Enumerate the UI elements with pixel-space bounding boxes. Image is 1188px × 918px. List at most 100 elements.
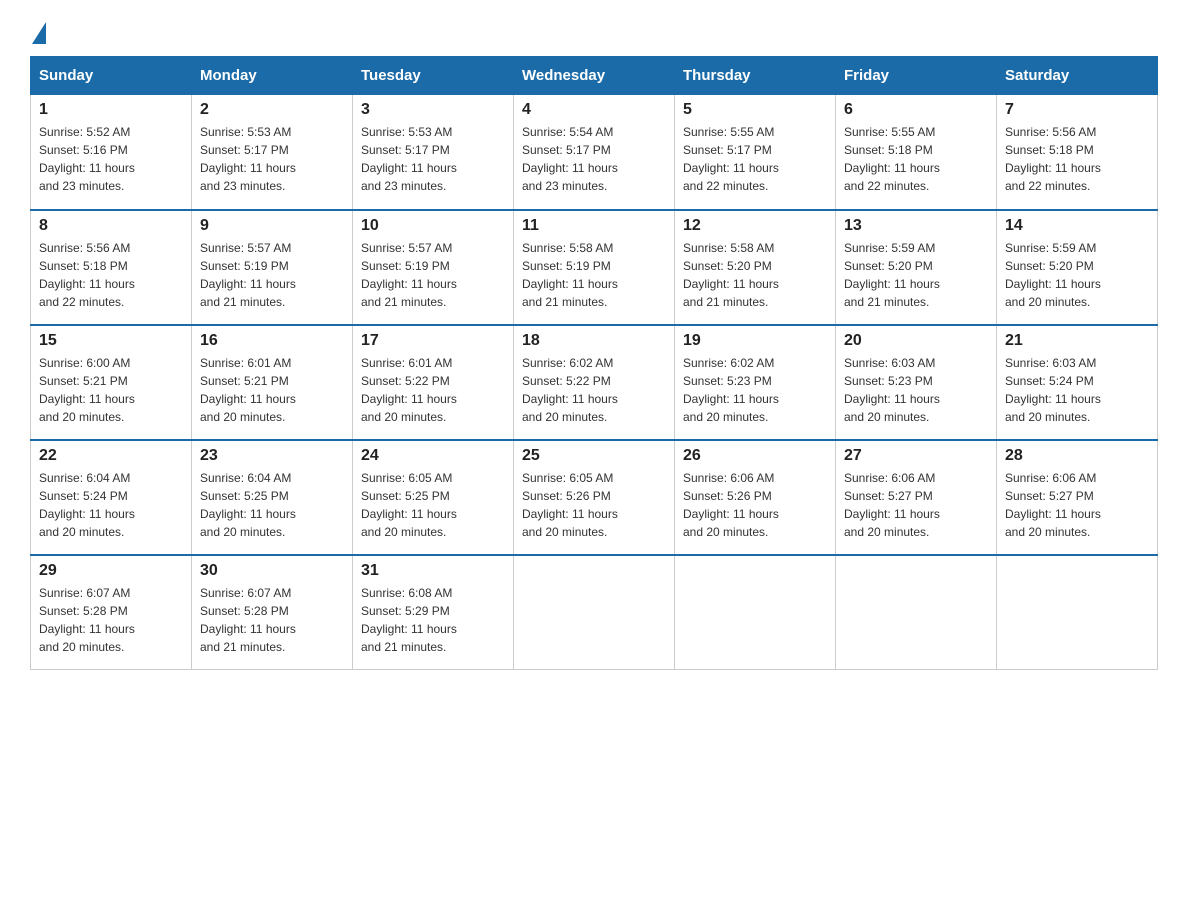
calendar-cell: 12 Sunrise: 5:58 AM Sunset: 5:20 PM Dayl… <box>675 210 836 325</box>
calendar-cell: 31 Sunrise: 6:08 AM Sunset: 5:29 PM Dayl… <box>353 555 514 670</box>
day-number: 29 <box>39 562 183 580</box>
day-info: Sunrise: 6:02 AM Sunset: 5:22 PM Dayligh… <box>522 354 666 426</box>
calendar-cell: 30 Sunrise: 6:07 AM Sunset: 5:28 PM Dayl… <box>192 555 353 670</box>
day-info: Sunrise: 5:53 AM Sunset: 5:17 PM Dayligh… <box>200 123 344 195</box>
calendar-cell: 15 Sunrise: 6:00 AM Sunset: 5:21 PM Dayl… <box>31 325 192 440</box>
calendar-cell: 27 Sunrise: 6:06 AM Sunset: 5:27 PM Dayl… <box>836 440 997 555</box>
day-info: Sunrise: 5:58 AM Sunset: 5:19 PM Dayligh… <box>522 239 666 311</box>
day-info: Sunrise: 5:53 AM Sunset: 5:17 PM Dayligh… <box>361 123 505 195</box>
day-info: Sunrise: 6:01 AM Sunset: 5:21 PM Dayligh… <box>200 354 344 426</box>
day-info: Sunrise: 5:55 AM Sunset: 5:18 PM Dayligh… <box>844 123 988 195</box>
day-info: Sunrise: 6:01 AM Sunset: 5:22 PM Dayligh… <box>361 354 505 426</box>
day-info: Sunrise: 6:08 AM Sunset: 5:29 PM Dayligh… <box>361 584 505 656</box>
day-number: 26 <box>683 447 827 465</box>
calendar-cell: 1 Sunrise: 5:52 AM Sunset: 5:16 PM Dayli… <box>31 95 192 210</box>
day-number: 19 <box>683 332 827 350</box>
calendar-cell: 20 Sunrise: 6:03 AM Sunset: 5:23 PM Dayl… <box>836 325 997 440</box>
day-number: 6 <box>844 101 988 119</box>
day-info: Sunrise: 6:04 AM Sunset: 5:24 PM Dayligh… <box>39 469 183 541</box>
calendar-cell: 2 Sunrise: 5:53 AM Sunset: 5:17 PM Dayli… <box>192 95 353 210</box>
calendar-cell: 8 Sunrise: 5:56 AM Sunset: 5:18 PM Dayli… <box>31 210 192 325</box>
header-tuesday: Tuesday <box>353 57 514 95</box>
day-number: 22 <box>39 447 183 465</box>
calendar-cell: 9 Sunrise: 5:57 AM Sunset: 5:19 PM Dayli… <box>192 210 353 325</box>
day-number: 24 <box>361 447 505 465</box>
day-info: Sunrise: 6:00 AM Sunset: 5:21 PM Dayligh… <box>39 354 183 426</box>
day-number: 10 <box>361 217 505 235</box>
day-info: Sunrise: 5:52 AM Sunset: 5:16 PM Dayligh… <box>39 123 183 195</box>
calendar-table: SundayMondayTuesdayWednesdayThursdayFrid… <box>30 56 1158 670</box>
day-info: Sunrise: 5:54 AM Sunset: 5:17 PM Dayligh… <box>522 123 666 195</box>
day-number: 31 <box>361 562 505 580</box>
calendar-cell: 7 Sunrise: 5:56 AM Sunset: 5:18 PM Dayli… <box>997 95 1158 210</box>
calendar-cell: 13 Sunrise: 5:59 AM Sunset: 5:20 PM Dayl… <box>836 210 997 325</box>
day-info: Sunrise: 6:02 AM Sunset: 5:23 PM Dayligh… <box>683 354 827 426</box>
day-info: Sunrise: 5:57 AM Sunset: 5:19 PM Dayligh… <box>361 239 505 311</box>
header-wednesday: Wednesday <box>514 57 675 95</box>
day-number: 11 <box>522 217 666 235</box>
day-info: Sunrise: 6:05 AM Sunset: 5:25 PM Dayligh… <box>361 469 505 541</box>
day-number: 12 <box>683 217 827 235</box>
header-monday: Monday <box>192 57 353 95</box>
day-number: 18 <box>522 332 666 350</box>
day-info: Sunrise: 5:59 AM Sunset: 5:20 PM Dayligh… <box>1005 239 1149 311</box>
calendar-cell: 28 Sunrise: 6:06 AM Sunset: 5:27 PM Dayl… <box>997 440 1158 555</box>
day-number: 23 <box>200 447 344 465</box>
day-number: 30 <box>200 562 344 580</box>
day-number: 21 <box>1005 332 1149 350</box>
day-info: Sunrise: 6:03 AM Sunset: 5:24 PM Dayligh… <box>1005 354 1149 426</box>
logo-triangle-icon <box>32 22 46 44</box>
calendar-cell: 18 Sunrise: 6:02 AM Sunset: 5:22 PM Dayl… <box>514 325 675 440</box>
calendar-cell: 6 Sunrise: 5:55 AM Sunset: 5:18 PM Dayli… <box>836 95 997 210</box>
day-number: 8 <box>39 217 183 235</box>
day-number: 15 <box>39 332 183 350</box>
day-number: 17 <box>361 332 505 350</box>
header-sunday: Sunday <box>31 57 192 95</box>
calendar-cell: 10 Sunrise: 5:57 AM Sunset: 5:19 PM Dayl… <box>353 210 514 325</box>
calendar-cell: 26 Sunrise: 6:06 AM Sunset: 5:26 PM Dayl… <box>675 440 836 555</box>
calendar-cell: 3 Sunrise: 5:53 AM Sunset: 5:17 PM Dayli… <box>353 95 514 210</box>
calendar-cell: 23 Sunrise: 6:04 AM Sunset: 5:25 PM Dayl… <box>192 440 353 555</box>
day-number: 9 <box>200 217 344 235</box>
day-info: Sunrise: 5:59 AM Sunset: 5:20 PM Dayligh… <box>844 239 988 311</box>
day-number: 27 <box>844 447 988 465</box>
week-row-1: 1 Sunrise: 5:52 AM Sunset: 5:16 PM Dayli… <box>31 95 1158 210</box>
calendar-cell: 14 Sunrise: 5:59 AM Sunset: 5:20 PM Dayl… <box>997 210 1158 325</box>
day-info: Sunrise: 5:56 AM Sunset: 5:18 PM Dayligh… <box>1005 123 1149 195</box>
calendar-cell: 11 Sunrise: 5:58 AM Sunset: 5:19 PM Dayl… <box>514 210 675 325</box>
day-number: 1 <box>39 101 183 119</box>
calendar-header-row: SundayMondayTuesdayWednesdayThursdayFrid… <box>31 57 1158 95</box>
header-friday: Friday <box>836 57 997 95</box>
header-saturday: Saturday <box>997 57 1158 95</box>
calendar-cell: 17 Sunrise: 6:01 AM Sunset: 5:22 PM Dayl… <box>353 325 514 440</box>
day-info: Sunrise: 6:04 AM Sunset: 5:25 PM Dayligh… <box>200 469 344 541</box>
day-number: 7 <box>1005 101 1149 119</box>
day-info: Sunrise: 6:03 AM Sunset: 5:23 PM Dayligh… <box>844 354 988 426</box>
day-number: 16 <box>200 332 344 350</box>
day-info: Sunrise: 6:05 AM Sunset: 5:26 PM Dayligh… <box>522 469 666 541</box>
day-number: 4 <box>522 101 666 119</box>
day-info: Sunrise: 5:55 AM Sunset: 5:17 PM Dayligh… <box>683 123 827 195</box>
calendar-cell: 25 Sunrise: 6:05 AM Sunset: 5:26 PM Dayl… <box>514 440 675 555</box>
calendar-cell: 19 Sunrise: 6:02 AM Sunset: 5:23 PM Dayl… <box>675 325 836 440</box>
calendar-cell <box>675 555 836 670</box>
day-number: 20 <box>844 332 988 350</box>
week-row-2: 8 Sunrise: 5:56 AM Sunset: 5:18 PM Dayli… <box>31 210 1158 325</box>
day-number: 14 <box>1005 217 1149 235</box>
header-thursday: Thursday <box>675 57 836 95</box>
day-info: Sunrise: 6:06 AM Sunset: 5:26 PM Dayligh… <box>683 469 827 541</box>
logo <box>30 20 46 36</box>
day-number: 5 <box>683 101 827 119</box>
calendar-cell <box>514 555 675 670</box>
day-info: Sunrise: 5:56 AM Sunset: 5:18 PM Dayligh… <box>39 239 183 311</box>
calendar-cell <box>997 555 1158 670</box>
calendar-cell: 5 Sunrise: 5:55 AM Sunset: 5:17 PM Dayli… <box>675 95 836 210</box>
calendar-cell: 29 Sunrise: 6:07 AM Sunset: 5:28 PM Dayl… <box>31 555 192 670</box>
calendar-cell: 4 Sunrise: 5:54 AM Sunset: 5:17 PM Dayli… <box>514 95 675 210</box>
day-number: 2 <box>200 101 344 119</box>
week-row-5: 29 Sunrise: 6:07 AM Sunset: 5:28 PM Dayl… <box>31 555 1158 670</box>
day-info: Sunrise: 6:06 AM Sunset: 5:27 PM Dayligh… <box>1005 469 1149 541</box>
calendar-cell: 22 Sunrise: 6:04 AM Sunset: 5:24 PM Dayl… <box>31 440 192 555</box>
page-header <box>30 20 1158 36</box>
day-info: Sunrise: 6:06 AM Sunset: 5:27 PM Dayligh… <box>844 469 988 541</box>
